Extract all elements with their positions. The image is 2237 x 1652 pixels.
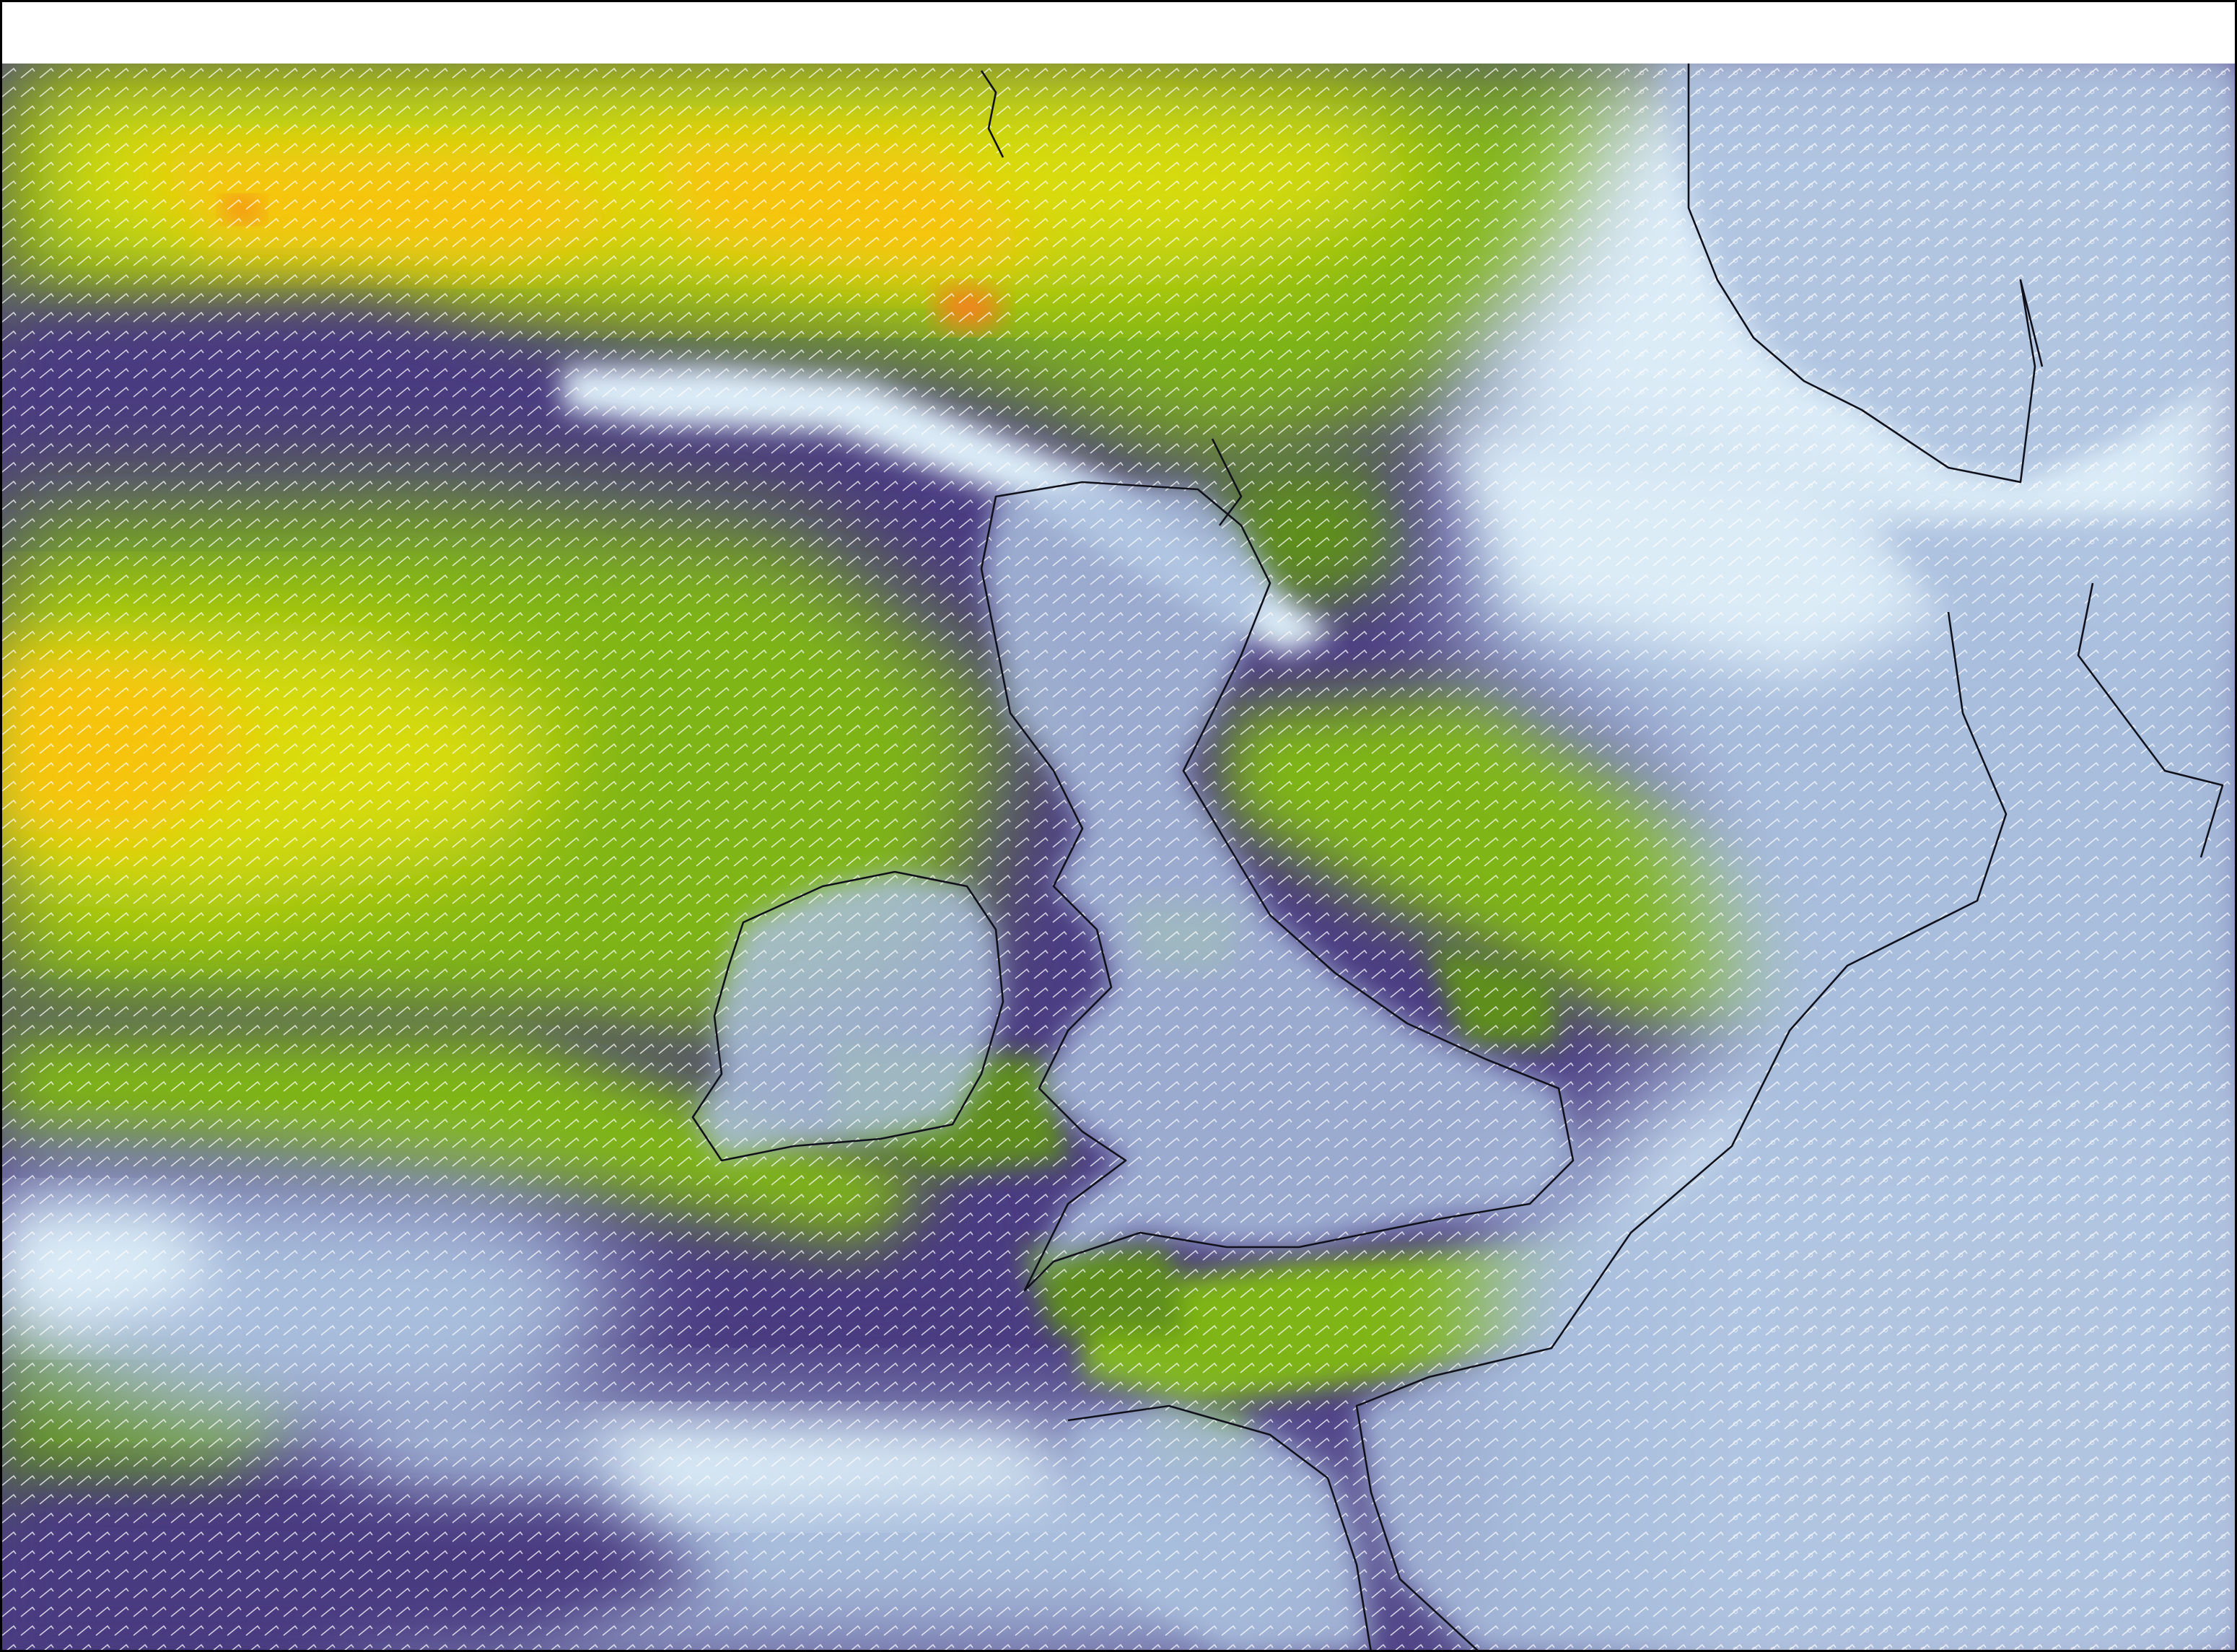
wind-map-canvas[interactable] [0,64,2237,1652]
map-page [0,0,2237,1652]
calm-zone-south-europe [1732,1074,2237,1652]
blank-header-strip [0,0,2237,64]
map-viewport[interactable] [0,64,2237,1652]
